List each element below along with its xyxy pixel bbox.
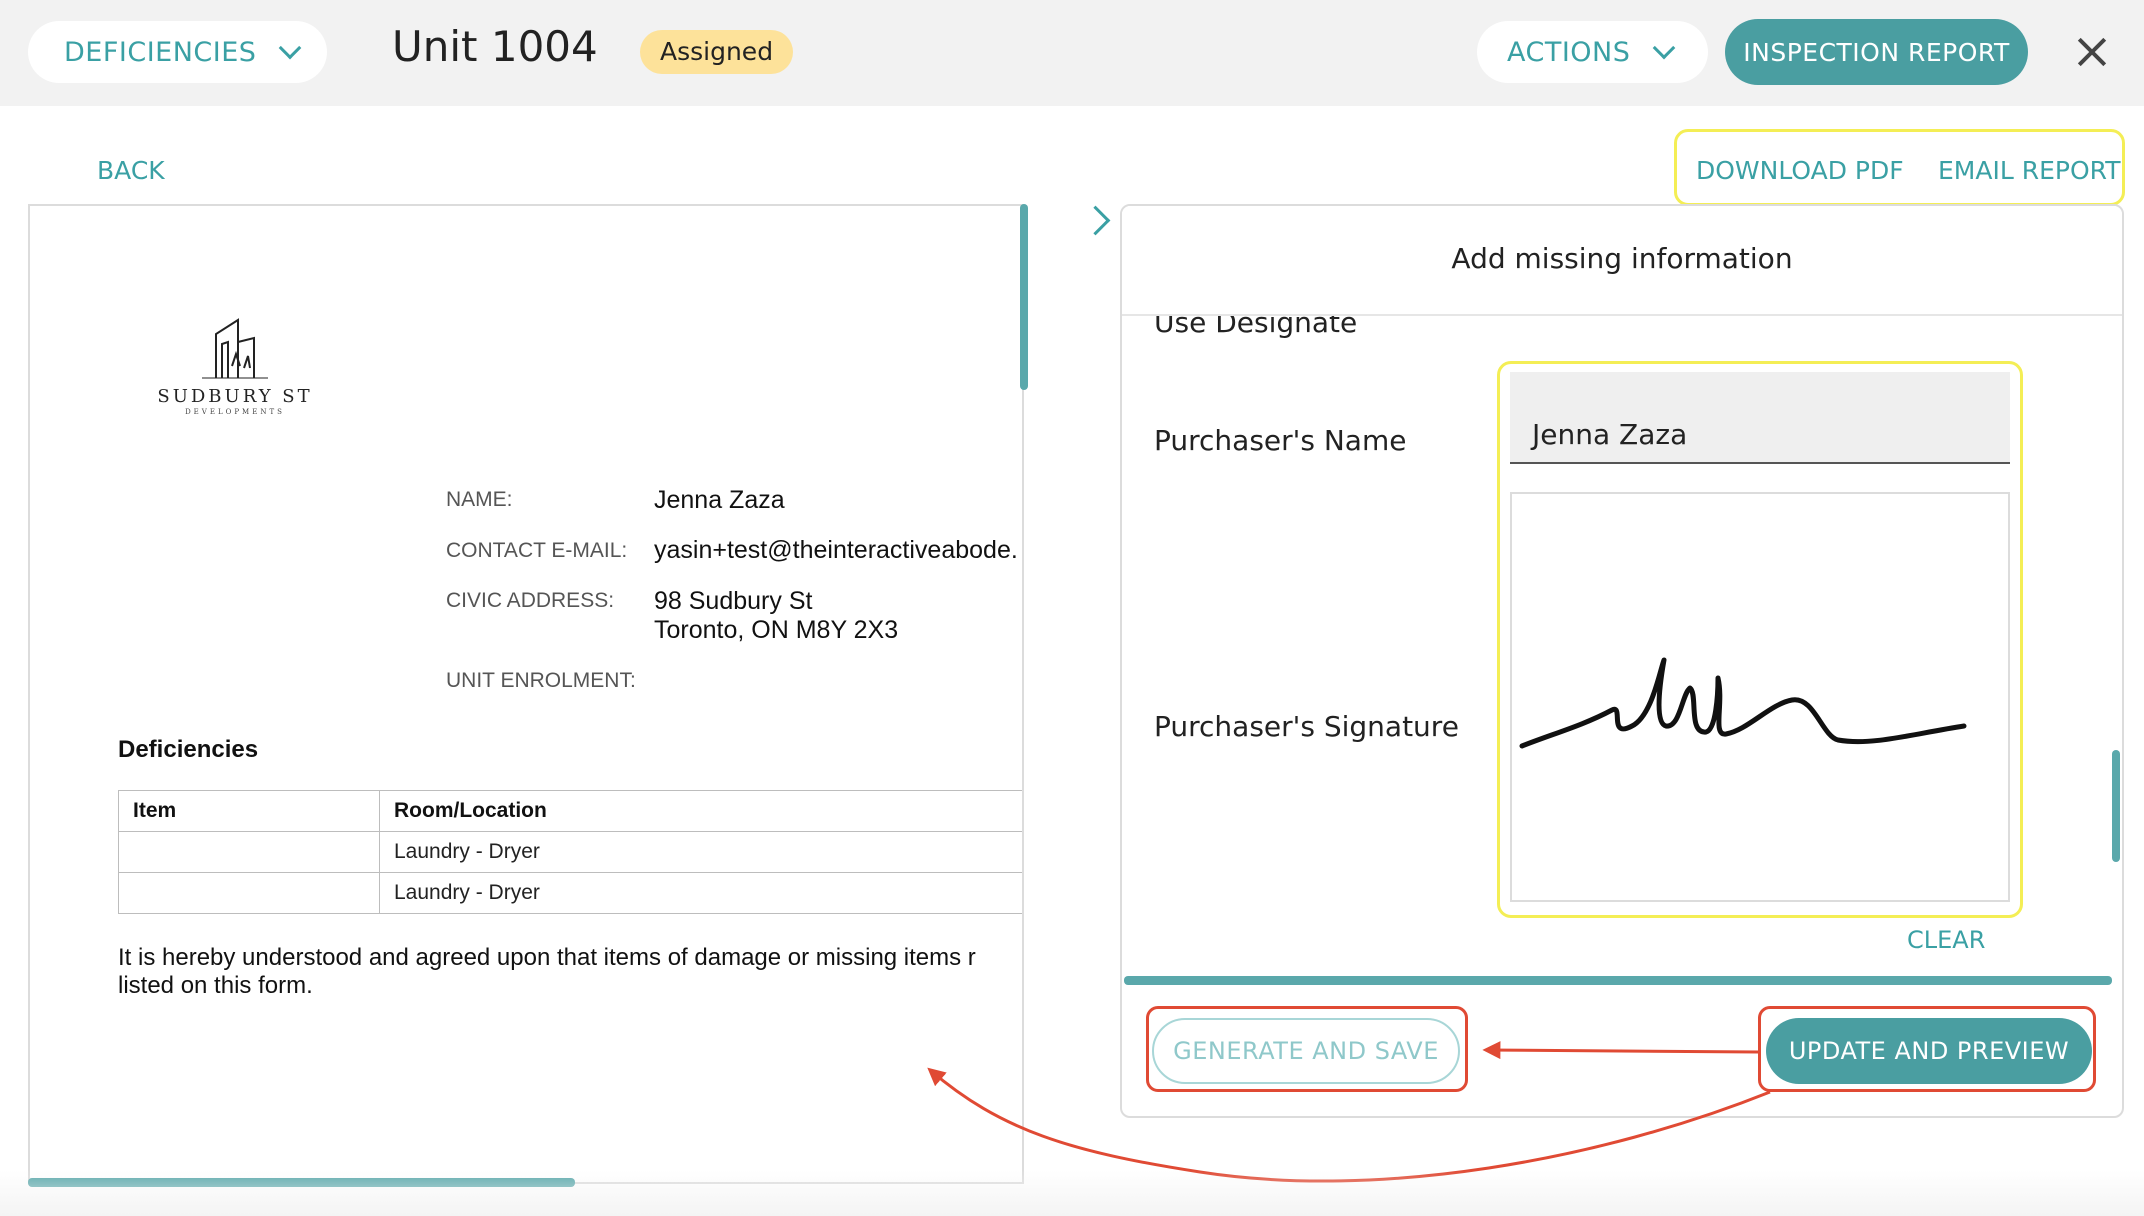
annotation-arrows — [927, 1041, 1771, 1183]
bottom-shade — [0, 1170, 2144, 1216]
